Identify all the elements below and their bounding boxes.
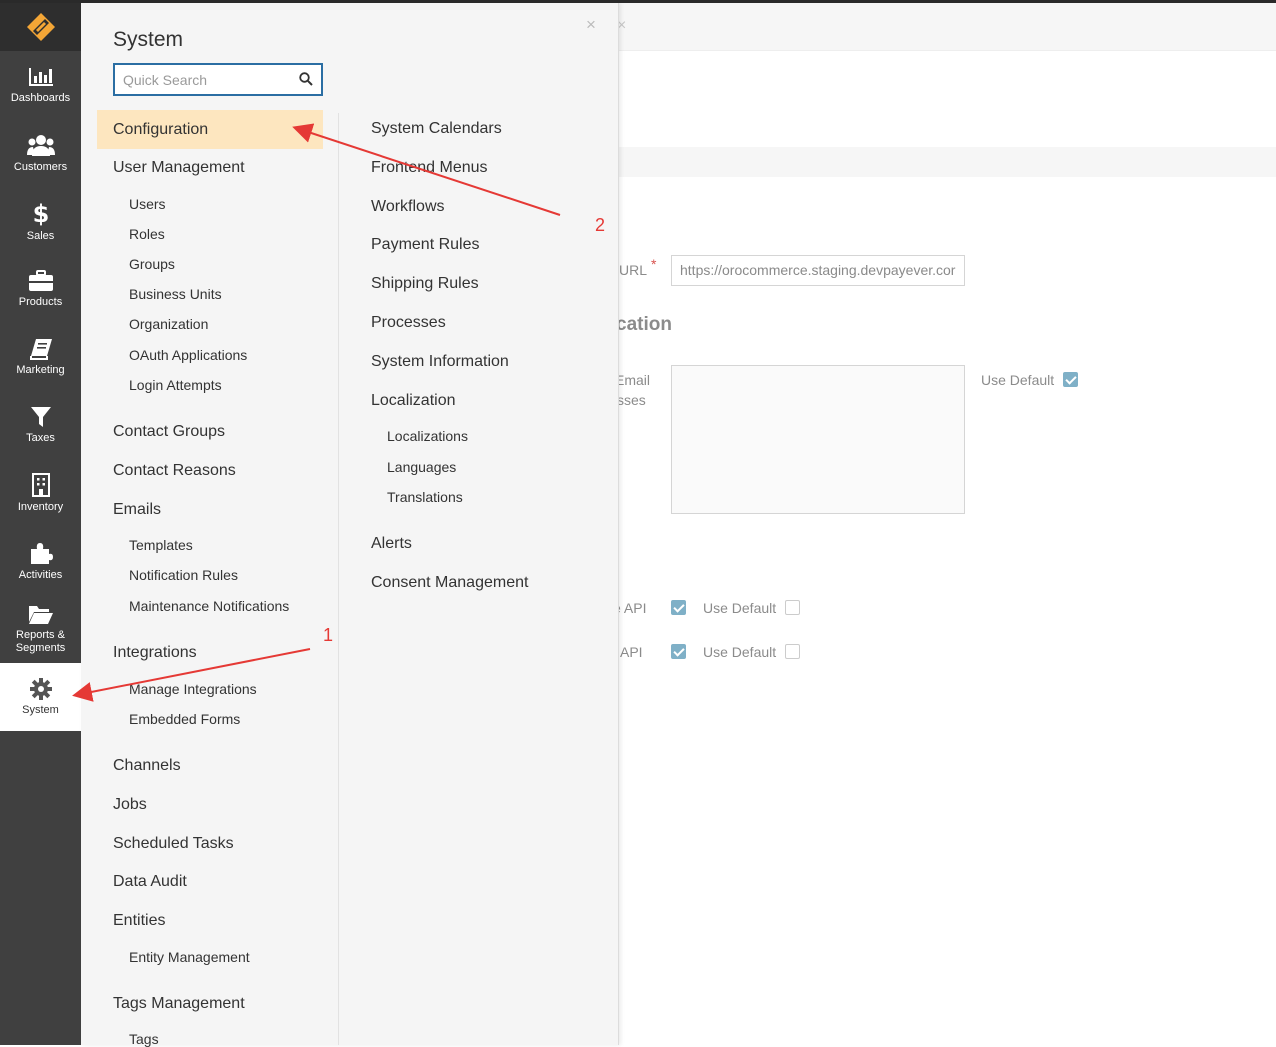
window-top-border	[0, 0, 1276, 3]
svg-text:$: $	[33, 200, 49, 226]
sidebar-item-sales[interactable]: $ Sales	[0, 187, 81, 255]
menu-item-jobs[interactable]: Jobs	[113, 796, 147, 814]
menu-item-workflows[interactable]: Workflows	[371, 198, 445, 216]
system-menu-panel: × System Configuration User Management U…	[81, 3, 619, 1047]
menu-item-organization[interactable]: Organization	[129, 316, 208, 332]
menu-item-consent-management[interactable]: Consent Management	[371, 574, 528, 592]
menu-item-tags-management[interactable]: Tags Management	[113, 995, 245, 1013]
menu-item-localizations[interactable]: Localizations	[387, 428, 468, 444]
menu-item-data-audit[interactable]: Data Audit	[113, 873, 187, 891]
email-label-line1: Email	[615, 372, 651, 388]
sidebar-item-reports-segments[interactable]: Reports & Segments	[0, 595, 81, 663]
main-sidebar: Dashboards Customers $ Sales Products Ma…	[0, 3, 81, 1045]
use-default-label-3: Use Default	[703, 644, 777, 660]
menu-item-notification-rules[interactable]: Notification Rules	[129, 567, 238, 583]
menu-item-configuration[interactable]: Configuration	[97, 110, 323, 149]
sidebar-item-activities[interactable]: Activities	[0, 527, 81, 595]
menu-item-processes[interactable]: Processes	[371, 314, 446, 332]
menu-item-system-calendars[interactable]: System Calendars	[371, 120, 502, 138]
menu-column-divider	[338, 113, 339, 1045]
sidebar-item-label: Sales	[26, 229, 55, 242]
menu-item-system-information[interactable]: System Information	[371, 353, 509, 371]
menu-item-maintenance-notifications[interactable]: Maintenance Notifications	[129, 598, 289, 614]
menu-item-login-attempts[interactable]: Login Attempts	[129, 377, 222, 393]
menu-item-alerts[interactable]: Alerts	[371, 535, 412, 553]
bar-chart-icon	[28, 67, 53, 86]
sidebar-item-inventory[interactable]: Inventory	[0, 459, 81, 527]
menu-item-contact-reasons[interactable]: Contact Reasons	[113, 462, 236, 480]
section-heading: cation	[616, 314, 672, 335]
menu-item-shipping-rules[interactable]: Shipping Rules	[371, 275, 479, 293]
sidebar-item-marketing[interactable]: Marketing	[0, 323, 81, 391]
menu-item-translations[interactable]: Translations	[387, 489, 463, 505]
menu-item-user-management[interactable]: User Management	[113, 159, 245, 177]
dollar-icon: $	[33, 200, 49, 226]
menu-item-contact-groups[interactable]: Contact Groups	[113, 423, 225, 441]
url-input[interactable]: https://orocommerce.staging.devpayever.c…	[671, 255, 965, 286]
briefcase-icon	[28, 269, 53, 291]
quick-search	[113, 63, 323, 96]
required-marker: *	[651, 256, 657, 272]
building-icon	[31, 472, 50, 497]
folder-open-icon	[28, 606, 53, 624]
sidebar-item-label: Activities	[18, 568, 63, 581]
sidebar-item-label: Taxes	[26, 431, 55, 444]
use-default-label-1: Use Default	[981, 372, 1055, 388]
sidebar-item-label: Customers	[13, 160, 68, 173]
url-label-text: URL	[619, 262, 648, 278]
menu-item-payment-rules[interactable]: Payment Rules	[371, 236, 480, 254]
menu-item-users[interactable]: Users	[129, 196, 166, 212]
sidebar-item-label: Reports & Segments	[15, 629, 66, 654]
menu-item-groups[interactable]: Groups	[129, 256, 175, 272]
users-icon	[26, 134, 55, 156]
gear-icon	[29, 677, 52, 700]
quick-search-input[interactable]	[115, 65, 285, 94]
funnel-icon	[30, 406, 51, 427]
sidebar-item-label: Products	[18, 295, 63, 308]
api-checkbox-1[interactable]	[671, 600, 686, 615]
book-icon	[29, 338, 52, 360]
use-default-checkbox-3[interactable]	[785, 644, 800, 659]
menu-item-embedded-forms[interactable]: Embedded Forms	[129, 711, 240, 727]
menu-item-localization[interactable]: Localization	[371, 392, 456, 410]
annotation-label-2: 2	[595, 215, 606, 235]
menu-item-languages[interactable]: Languages	[387, 459, 456, 475]
use-default-checkbox-1[interactable]	[1063, 372, 1078, 387]
sidebar-item-customers[interactable]: Customers	[0, 119, 81, 187]
menu-item-business-units[interactable]: Business Units	[129, 286, 222, 302]
menu-item-channels[interactable]: Channels	[113, 757, 181, 775]
annotation-label-1: 1	[323, 625, 334, 645]
search-icon[interactable]	[299, 72, 313, 86]
menu-item-oauth-applications[interactable]: OAuth Applications	[129, 347, 247, 363]
logo-icon	[26, 13, 55, 41]
sidebar-item-system[interactable]: System	[0, 663, 81, 731]
sidebar-item-taxes[interactable]: Taxes	[0, 391, 81, 459]
menu-title: System	[113, 28, 184, 51]
menu-item-templates[interactable]: Templates	[129, 537, 193, 553]
menu-item-scheduled-tasks[interactable]: Scheduled Tasks	[113, 835, 234, 853]
sidebar-item-label: Inventory	[17, 500, 64, 513]
sidebar-item-label: Marketing	[16, 363, 65, 376]
menu-item-manage-integrations[interactable]: Manage Integrations	[129, 681, 257, 697]
email-addresses-textarea[interactable]	[671, 365, 965, 514]
app-logo[interactable]	[0, 3, 81, 51]
menu-item-roles[interactable]: Roles	[129, 226, 165, 242]
sidebar-item-label: System	[22, 703, 59, 716]
email-label-line2: sses	[617, 392, 646, 408]
sidebar-item-label: Dashboards	[10, 91, 71, 104]
api-checkbox-2[interactable]	[671, 644, 686, 659]
menu-item-emails[interactable]: Emails	[113, 501, 161, 519]
url-label: URL	[619, 262, 647, 278]
menu-item-frontend-menus[interactable]: Frontend Menus	[371, 159, 488, 177]
use-default-label-2: Use Default	[703, 600, 777, 616]
use-default-checkbox-2[interactable]	[785, 600, 800, 615]
sidebar-item-dashboards[interactable]: Dashboards	[0, 51, 81, 119]
menu-item-entities[interactable]: Entities	[113, 912, 165, 930]
menu-item-integrations[interactable]: Integrations	[113, 644, 197, 662]
puzzle-icon	[30, 542, 53, 564]
menu-item-entity-management[interactable]: Entity Management	[129, 949, 250, 965]
sidebar-item-products[interactable]: Products	[0, 255, 81, 323]
close-icon[interactable]: ×	[586, 15, 596, 35]
